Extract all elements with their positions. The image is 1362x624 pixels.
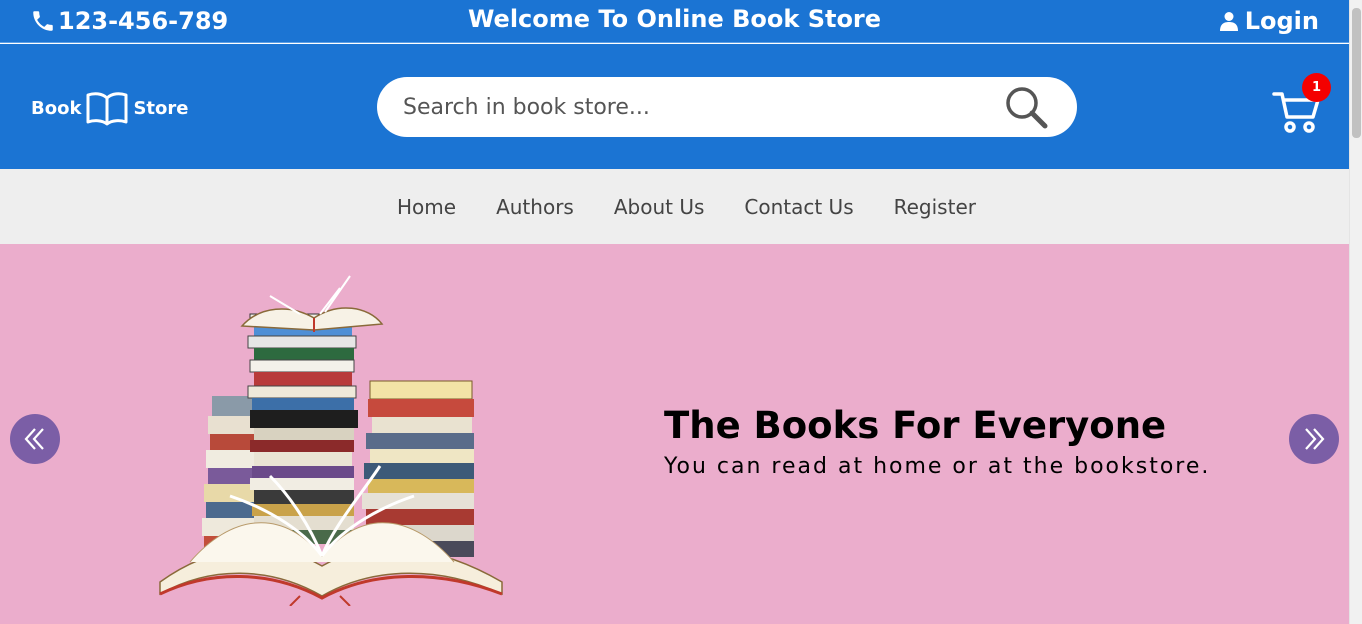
- scrollbar-thumb[interactable]: [1352, 8, 1361, 138]
- nav-item-register[interactable]: Register: [894, 195, 976, 219]
- phone-icon: [33, 11, 53, 31]
- search-input[interactable]: [403, 77, 1003, 137]
- phone-contact: 123-456-789: [30, 6, 228, 36]
- nav-item-about-us[interactable]: About Us: [614, 195, 705, 219]
- nav-item-contact-us[interactable]: Contact Us: [744, 195, 853, 219]
- top-bar: 123-456-789 Welcome To Online Book Store…: [0, 0, 1349, 43]
- header: Book Store: [0, 44, 1349, 169]
- cart-count-badge: 1: [1302, 73, 1331, 102]
- nav-item-home[interactable]: Home: [397, 195, 456, 219]
- site-logo[interactable]: Book Store: [31, 90, 188, 126]
- user-icon: [1219, 12, 1238, 31]
- logo-text-store: Store: [133, 97, 189, 119]
- search-icon: [1006, 87, 1048, 129]
- hero-title: The Books For Everyone: [664, 404, 1167, 447]
- book-open-icon: [86, 92, 128, 126]
- chevrons-left-icon: [24, 428, 44, 450]
- chevrons-right-icon: [1305, 428, 1325, 450]
- phone-number: 123-456-789: [58, 7, 229, 35]
- hero-slider: The Books For Everyone You can read at h…: [0, 244, 1349, 624]
- login-link[interactable]: Login: [1219, 6, 1319, 36]
- login-label[interactable]: Login: [1245, 7, 1319, 35]
- logo-text-book: Book: [31, 97, 82, 119]
- slider-next-button[interactable]: [1289, 414, 1339, 464]
- search-button[interactable]: [1003, 84, 1051, 132]
- nav-item-authors[interactable]: Authors: [496, 195, 574, 219]
- main-nav: Home Authors About Us Contact Us Registe…: [0, 169, 1349, 244]
- book-stack-image: [159, 275, 503, 606]
- page-scrollbar[interactable]: [1349, 0, 1362, 624]
- slider-prev-button[interactable]: [10, 414, 60, 464]
- search-bar: [377, 77, 1077, 137]
- hero-subtitle: You can read at home or at the bookstore…: [664, 454, 1211, 479]
